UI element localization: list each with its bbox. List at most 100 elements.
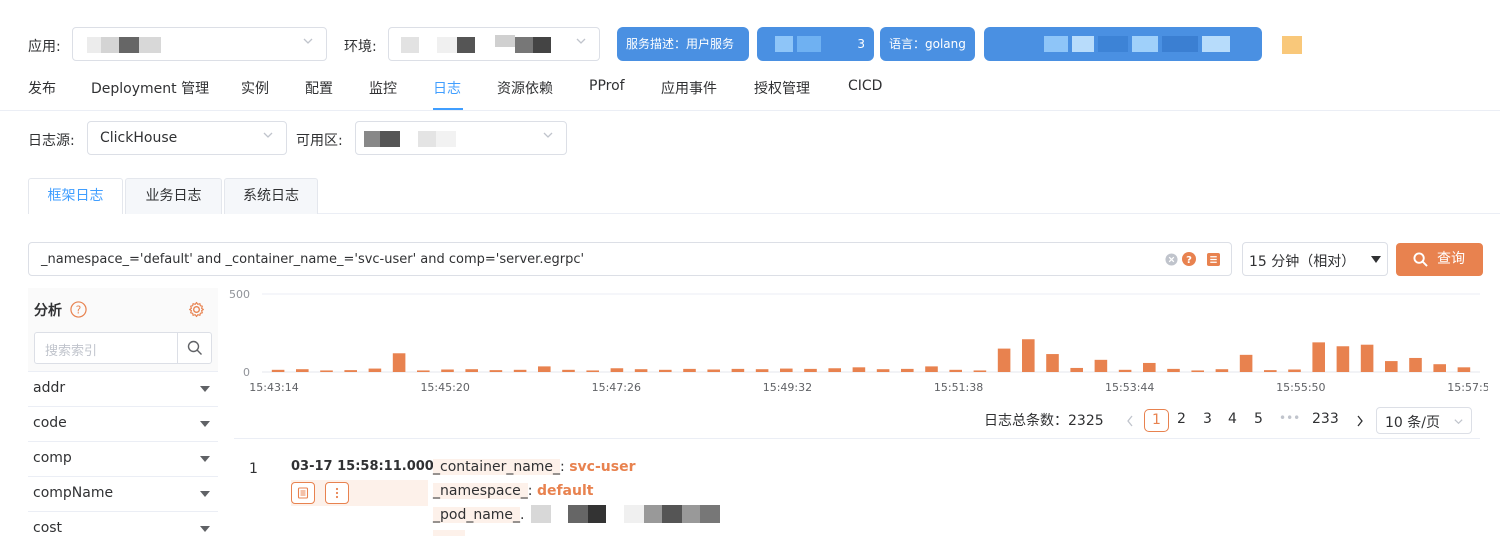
histogram-bar (731, 368, 745, 372)
nav-pprof[interactable]: PProf (589, 78, 625, 94)
nav-cicd[interactable]: CICD (848, 78, 882, 94)
field-name: cost (33, 520, 63, 536)
help-circle-icon[interactable]: ? (70, 301, 87, 318)
nav-deployment[interactable]: Deployment 管理 (91, 78, 209, 98)
log-field-container-name: _container_name_: svc-user (433, 459, 636, 475)
redacted-block (624, 505, 644, 523)
search-button[interactable]: 查询 (1396, 243, 1483, 276)
nav-config[interactable]: 配置 (305, 78, 333, 98)
log-field-key-partial (433, 530, 465, 536)
field-name: code (33, 415, 67, 431)
app-select[interactable] (72, 27, 327, 61)
index-search-input[interactable]: 搜索索引 (34, 332, 212, 364)
env-select[interactable] (388, 27, 600, 61)
divider (234, 438, 1480, 439)
more-button[interactable] (325, 482, 349, 504)
redacted-block (531, 505, 551, 523)
field-name: compName (33, 485, 114, 501)
field-row-code[interactable]: code (28, 406, 218, 441)
nav-instance[interactable]: 实例 (241, 78, 269, 98)
caret-down-icon (1371, 256, 1381, 263)
nav-events[interactable]: 应用事件 (661, 78, 717, 98)
page-size-select[interactable]: 10 条/页 (1376, 407, 1472, 434)
caret-down-icon (200, 456, 210, 462)
nav-auth[interactable]: 授权管理 (754, 78, 810, 98)
log-source-select[interactable]: ClickHouse (87, 121, 287, 155)
copy-button[interactable] (291, 482, 315, 504)
log-field-namespace: _namespace_: default (433, 483, 594, 499)
total-count: 日志总条数：2325 (984, 413, 1104, 429)
redacted-block (119, 37, 139, 53)
histogram-bar (1215, 369, 1229, 372)
x-tick-label: 15:47:26 (592, 381, 641, 394)
nav-publish[interactable]: 发布 (28, 78, 56, 98)
clear-icon[interactable] (1165, 253, 1178, 266)
page-1[interactable]: 1 (1144, 409, 1169, 432)
svg-text:?: ? (76, 304, 82, 316)
redacted-block (644, 505, 662, 523)
time-range-select[interactable]: 15 分钟（相对） (1242, 242, 1388, 276)
histogram-bar (997, 348, 1011, 372)
next-page-icon[interactable] (1356, 415, 1364, 427)
field-row-addr[interactable]: addr (28, 371, 218, 406)
redacted-block (775, 36, 793, 52)
histogram-bar (538, 366, 551, 372)
redacted-block (533, 37, 551, 53)
nav-logs[interactable]: 日志 (433, 78, 461, 98)
log-index: 1 (249, 461, 258, 477)
page-3[interactable]: 3 (1203, 411, 1212, 427)
field-row-compname[interactable]: compName (28, 476, 218, 511)
search-icon (1413, 252, 1428, 267)
nav-monitor[interactable]: 监控 (369, 78, 397, 98)
histogram-bar (804, 368, 817, 372)
page-2[interactable]: 2 (1177, 411, 1186, 427)
redacted-block (1044, 36, 1068, 52)
prev-page-icon[interactable] (1126, 415, 1134, 427)
redacted-block (87, 37, 101, 53)
histogram-bar (1360, 344, 1374, 372)
service-desc-tag: 服务描述：用户服务 (617, 27, 749, 61)
tab-business-logs[interactable]: 业务日志 (125, 178, 222, 214)
tab-framework-logs[interactable]: 框架日志 (28, 178, 123, 214)
redacted-block (797, 36, 821, 52)
page-5[interactable]: 5 (1254, 411, 1263, 427)
redacted-block (1098, 36, 1128, 52)
redacted-block (101, 37, 119, 53)
tab-system-logs[interactable]: 系统日志 (224, 178, 318, 214)
histogram-bar (1288, 369, 1301, 372)
field-row-comp[interactable]: comp (28, 441, 218, 476)
histogram-bar (1118, 369, 1132, 372)
field-row-cost[interactable]: cost (28, 511, 218, 536)
histogram-bar (417, 370, 430, 372)
index-search-button[interactable] (177, 333, 211, 363)
gear-icon[interactable] (188, 301, 205, 318)
histogram-bar (707, 369, 720, 372)
histogram-bar (683, 368, 696, 372)
page-4[interactable]: 4 (1228, 411, 1237, 427)
histogram-bar (1070, 367, 1083, 372)
page-ellipsis[interactable]: ••• (1279, 411, 1300, 425)
more-vertical-icon (335, 487, 339, 499)
histogram-bar (901, 368, 914, 372)
histogram-bar (344, 370, 357, 372)
histogram-bar (634, 369, 648, 372)
help-icon[interactable]: ? (1182, 252, 1196, 266)
nav-resources[interactable]: 资源依赖 (497, 78, 553, 98)
histogram-bar (755, 369, 769, 372)
histogram-bar (392, 353, 406, 372)
redacted-block (364, 131, 380, 147)
histogram-bar (1167, 368, 1180, 372)
chevron-down-icon (263, 132, 273, 138)
query-input[interactable]: _namespace_='default' and _container_nam… (28, 242, 1232, 276)
x-tick-label: 15:49:32 (763, 381, 812, 394)
zone-select[interactable] (355, 121, 567, 155)
redacted-block (1162, 36, 1198, 52)
x-tick-label: 15:53:44 (1105, 381, 1154, 394)
list-icon[interactable] (1207, 253, 1220, 266)
redacted-block (588, 505, 606, 523)
histogram-bar (1409, 357, 1422, 372)
x-tick-label: 15:51:38 (934, 381, 983, 394)
redacted-block (1132, 36, 1158, 52)
copy-icon (297, 487, 309, 499)
page-last[interactable]: 233 (1312, 411, 1339, 427)
